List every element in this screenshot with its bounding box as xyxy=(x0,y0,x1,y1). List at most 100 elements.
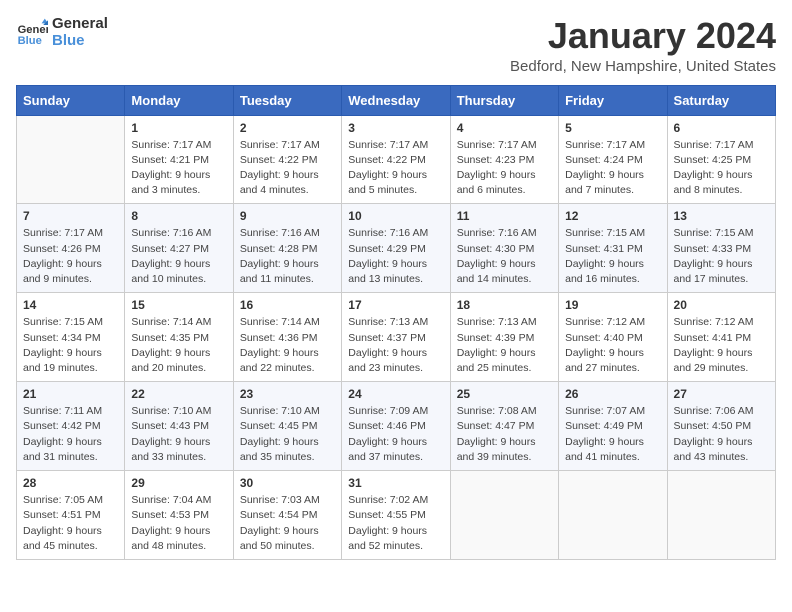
calendar-cell: 8Sunrise: 7:16 AMSunset: 4:27 PMDaylight… xyxy=(125,204,233,293)
calendar-cell xyxy=(450,471,558,560)
day-number: 22 xyxy=(131,387,226,401)
day-number: 6 xyxy=(674,121,769,135)
day-detail: Sunrise: 7:09 AMSunset: 4:46 PMDaylight:… xyxy=(348,404,443,465)
calendar-cell: 11 Sunrise: 7:16 AMSunset: 4:30 PMDayligh… xyxy=(450,204,558,293)
day-detail: Sunrise: 7:03 AMSunset: 4:54 PMDaylight:… xyxy=(240,493,335,554)
day-detail: Sunrise: 7:06 AMSunset: 4:50 PMDaylight:… xyxy=(674,404,769,465)
day-number: 24 xyxy=(348,387,443,401)
title-area: January 2024 Bedford, New Hampshire, Uni… xyxy=(510,16,776,75)
day-number: 27 xyxy=(674,387,769,401)
calendar-cell: 15 Sunrise: 7:14 AMSunset: 4:35 PMDayligh… xyxy=(125,293,233,382)
day-number: 7 xyxy=(23,209,118,223)
calendar-cell: 9Sunrise: 7:16 AMSunset: 4:28 PMDaylight… xyxy=(233,204,341,293)
logo: General Blue General Blue xyxy=(16,16,108,49)
logo-line1: General xyxy=(52,16,108,33)
day-detail: Sunrise: 7:14 AMSunset: 4:35 PMDaylight:… xyxy=(131,315,226,376)
calendar-cell: 14 Sunrise: 7:15 AMSunset: 4:34 PMDayligh… xyxy=(17,293,125,382)
calendar-subtitle: Bedford, New Hampshire, United States xyxy=(510,58,776,75)
calendar-cell: 6 Sunrise: 7:17 AMSunset: 4:25 PMDaylight… xyxy=(667,115,775,204)
day-detail: Sunrise: 7:10 AMSunset: 4:45 PMDaylight:… xyxy=(240,404,335,465)
day-detail: Sunrise: 7:15 AMSunset: 4:33 PMDaylight:… xyxy=(674,226,769,287)
calendar-cell xyxy=(559,471,667,560)
day-number: 2 xyxy=(240,121,335,135)
day-detail: Sunrise: 7:12 AMSunset: 4:40 PMDaylight:… xyxy=(565,315,660,376)
calendar-cell: 4Sunrise: 7:17 AMSunset: 4:23 PMDaylight… xyxy=(450,115,558,204)
day-number: 1 xyxy=(131,121,226,135)
day-detail: Sunrise: 7:05 AMSunset: 4:51 PMDaylight:… xyxy=(23,493,118,554)
day-detail: Sunrise: 7:13 AMSunset: 4:39 PMDaylight:… xyxy=(457,315,552,376)
calendar-header: SundayMondayTuesdayWednesdayThursdayFrid… xyxy=(17,85,776,115)
weekday-header-tuesday: Tuesday xyxy=(233,85,341,115)
calendar-cell: 13 Sunrise: 7:15 AMSunset: 4:33 PMDayligh… xyxy=(667,204,775,293)
day-number: 16 xyxy=(240,298,335,312)
calendar-cell: 17Sunrise: 7:13 AMSunset: 4:37 PMDayligh… xyxy=(342,293,450,382)
day-detail: Sunrise: 7:07 AMSunset: 4:49 PMDaylight:… xyxy=(565,404,660,465)
day-number: 25 xyxy=(457,387,552,401)
page-header: General Blue General Blue January 2024 B… xyxy=(16,16,776,75)
calendar-cell xyxy=(17,115,125,204)
calendar-cell: 20 Sunrise: 7:12 AMSunset: 4:41 PMDayligh… xyxy=(667,293,775,382)
day-detail: Sunrise: 7:15 AMSunset: 4:34 PMDaylight:… xyxy=(23,315,118,376)
calendar-cell: 27 Sunrise: 7:06 AMSunset: 4:50 PMDayligh… xyxy=(667,382,775,471)
calendar-cell: 10Sunrise: 7:16 AMSunset: 4:29 PMDayligh… xyxy=(342,204,450,293)
weekday-header-saturday: Saturday xyxy=(667,85,775,115)
calendar-cell: 26 Sunrise: 7:07 AMSunset: 4:49 PMDayligh… xyxy=(559,382,667,471)
day-number: 12 xyxy=(565,209,660,223)
calendar-week-4: 21 Sunrise: 7:11 AMSunset: 4:42 PMDayligh… xyxy=(17,382,776,471)
day-number: 26 xyxy=(565,387,660,401)
logo-icon: General Blue xyxy=(16,17,48,49)
weekday-header-thursday: Thursday xyxy=(450,85,558,115)
calendar-cell: 18 Sunrise: 7:13 AMSunset: 4:39 PMDayligh… xyxy=(450,293,558,382)
calendar-cell: 12 Sunrise: 7:15 AMSunset: 4:31 PMDayligh… xyxy=(559,204,667,293)
calendar-cell: 19 Sunrise: 7:12 AMSunset: 4:40 PMDayligh… xyxy=(559,293,667,382)
weekday-header-sunday: Sunday xyxy=(17,85,125,115)
calendar-cell: 29Sunrise: 7:04 AMSunset: 4:53 PMDayligh… xyxy=(125,471,233,560)
day-number: 4 xyxy=(457,121,552,135)
weekday-header-monday: Monday xyxy=(125,85,233,115)
calendar-body: 1Sunrise: 7:17 AMSunset: 4:21 PMDaylight… xyxy=(17,115,776,559)
day-detail: Sunrise: 7:10 AMSunset: 4:43 PMDaylight:… xyxy=(131,404,226,465)
day-detail: Sunrise: 7:16 AMSunset: 4:30 PMDaylight:… xyxy=(457,226,552,287)
day-detail: Sunrise: 7:17 AMSunset: 4:25 PMDaylight:… xyxy=(674,138,769,199)
day-number: 15 xyxy=(131,298,226,312)
calendar-cell: 3 Sunrise: 7:17 AMSunset: 4:22 PMDaylight… xyxy=(342,115,450,204)
calendar-week-2: 7 Sunrise: 7:17 AMSunset: 4:26 PMDaylight… xyxy=(17,204,776,293)
calendar-week-3: 14 Sunrise: 7:15 AMSunset: 4:34 PMDayligh… xyxy=(17,293,776,382)
day-detail: Sunrise: 7:17 AMSunset: 4:26 PMDaylight:… xyxy=(23,226,118,287)
day-detail: Sunrise: 7:12 AMSunset: 4:41 PMDaylight:… xyxy=(674,315,769,376)
calendar-cell: 21 Sunrise: 7:11 AMSunset: 4:42 PMDayligh… xyxy=(17,382,125,471)
day-number: 3 xyxy=(348,121,443,135)
weekday-header-wednesday: Wednesday xyxy=(342,85,450,115)
calendar-week-1: 1Sunrise: 7:17 AMSunset: 4:21 PMDaylight… xyxy=(17,115,776,204)
calendar-title: January 2024 xyxy=(510,16,776,56)
weekday-header-row: SundayMondayTuesdayWednesdayThursdayFrid… xyxy=(17,85,776,115)
day-detail: Sunrise: 7:16 AMSunset: 4:29 PMDaylight:… xyxy=(348,226,443,287)
day-number: 29 xyxy=(131,476,226,490)
logo-line2: Blue xyxy=(52,33,108,50)
calendar-cell: 2 Sunrise: 7:17 AMSunset: 4:22 PMDaylight… xyxy=(233,115,341,204)
day-detail: Sunrise: 7:15 AMSunset: 4:31 PMDaylight:… xyxy=(565,226,660,287)
day-detail: Sunrise: 7:11 AMSunset: 4:42 PMDaylight:… xyxy=(23,404,118,465)
calendar-cell: 22 Sunrise: 7:10 AMSunset: 4:43 PMDayligh… xyxy=(125,382,233,471)
day-number: 19 xyxy=(565,298,660,312)
day-detail: Sunrise: 7:16 AMSunset: 4:28 PMDaylight:… xyxy=(240,226,335,287)
calendar-week-5: 28Sunrise: 7:05 AMSunset: 4:51 PMDayligh… xyxy=(17,471,776,560)
calendar-cell: 25Sunrise: 7:08 AMSunset: 4:47 PMDayligh… xyxy=(450,382,558,471)
calendar-cell: 7 Sunrise: 7:17 AMSunset: 4:26 PMDaylight… xyxy=(17,204,125,293)
day-detail: Sunrise: 7:16 AMSunset: 4:27 PMDaylight:… xyxy=(131,226,226,287)
day-number: 14 xyxy=(23,298,118,312)
day-number: 17 xyxy=(348,298,443,312)
calendar-cell: 31Sunrise: 7:02 AMSunset: 4:55 PMDayligh… xyxy=(342,471,450,560)
day-number: 11 xyxy=(457,209,552,223)
day-number: 21 xyxy=(23,387,118,401)
day-number: 13 xyxy=(674,209,769,223)
calendar-cell: 1Sunrise: 7:17 AMSunset: 4:21 PMDaylight… xyxy=(125,115,233,204)
day-number: 20 xyxy=(674,298,769,312)
day-detail: Sunrise: 7:17 AMSunset: 4:22 PMDaylight:… xyxy=(240,138,335,199)
day-detail: Sunrise: 7:17 AMSunset: 4:24 PMDaylight:… xyxy=(565,138,660,199)
day-number: 23 xyxy=(240,387,335,401)
calendar-cell: 24 Sunrise: 7:09 AMSunset: 4:46 PMDayligh… xyxy=(342,382,450,471)
day-number: 5 xyxy=(565,121,660,135)
day-number: 18 xyxy=(457,298,552,312)
day-detail: Sunrise: 7:17 AMSunset: 4:22 PMDaylight:… xyxy=(348,138,443,199)
